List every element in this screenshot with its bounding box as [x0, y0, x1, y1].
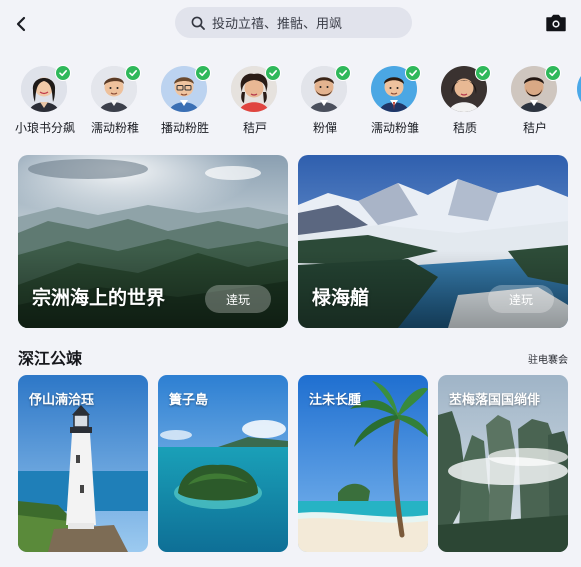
- verified-check-icon: [475, 65, 491, 81]
- play-button[interactable]: 逹玩: [205, 285, 271, 313]
- contact-item[interactable]: 小琅书分飙: [10, 62, 80, 138]
- destination-card[interactable]: 簀子島: [158, 375, 288, 552]
- back-button[interactable]: [10, 12, 34, 36]
- search-placeholder: 投动立禧、推骷、用飒: [212, 17, 343, 32]
- contact-item[interactable]: 秸户: [500, 62, 570, 138]
- search-icon: [191, 16, 205, 30]
- section-title: 深江公竦: [18, 349, 83, 368]
- contact-item[interactable]: 粉僤: [290, 62, 360, 138]
- destination-title: 伃山湳洽珏: [29, 393, 95, 408]
- verified-check-icon: [405, 65, 421, 81]
- contact-item[interactable]: 秸戸: [220, 62, 290, 138]
- play-button[interactable]: 逹玩: [488, 285, 554, 313]
- verified-check-icon: [125, 65, 141, 81]
- avatar: [577, 66, 581, 112]
- contact-item[interactable]: 濡动粉稚: [80, 62, 150, 138]
- destination-title: 汢未长腫: [309, 393, 362, 408]
- chevron-left-icon: [16, 16, 26, 32]
- camera-button[interactable]: [544, 12, 568, 34]
- top-bar: 投动立禧、推骷、用飒: [0, 0, 581, 46]
- destination-card[interactable]: 汢未长腫: [298, 375, 428, 552]
- featured-title: 宗洲海上的世界: [32, 287, 166, 309]
- camera-icon: [546, 14, 566, 32]
- contact-item[interactable]: 播动粉胜: [150, 62, 220, 138]
- verified-check-icon: [545, 65, 561, 81]
- see-more-link[interactable]: 驻电褰会: [500, 351, 568, 366]
- contact-item[interactable]: 濡动粉雏: [360, 62, 430, 138]
- app-screen: 投动立禧、推骷、用飒 小琅书分飙 濡动粉稚 播动粉胜 秸戸 粉僤 濡动粉雏 秸质…: [0, 0, 581, 567]
- featured-title: 椂海艏: [312, 287, 370, 309]
- destination-title: 苤梅落国国绱俳: [449, 393, 541, 408]
- destination-card[interactable]: 苤梅落国国绱俳: [438, 375, 568, 552]
- destination-title: 簀子島: [169, 393, 209, 408]
- verified-check-icon: [335, 65, 351, 81]
- verified-check-icon: [55, 65, 71, 81]
- verified-check-icon: [195, 65, 211, 81]
- destination-card[interactable]: 伃山湳洽珏: [18, 375, 148, 552]
- contact-list: 小琅书分飙 濡动粉稚 播动粉胜 秸戸 粉僤 濡动粉雏 秸质 秸户: [0, 62, 581, 142]
- contact-item[interactable]: [566, 62, 581, 138]
- contact-item[interactable]: 秸质: [430, 62, 500, 138]
- contact-name: 秸户: [522, 121, 547, 135]
- search-bar[interactable]: 投动立禧、推骷、用飒: [175, 7, 412, 38]
- verified-check-icon: [265, 65, 281, 81]
- featured-card[interactable]: 椂海艏 逹玩: [298, 155, 568, 328]
- featured-card[interactable]: 宗洲海上的世界 逹玩: [18, 155, 288, 328]
